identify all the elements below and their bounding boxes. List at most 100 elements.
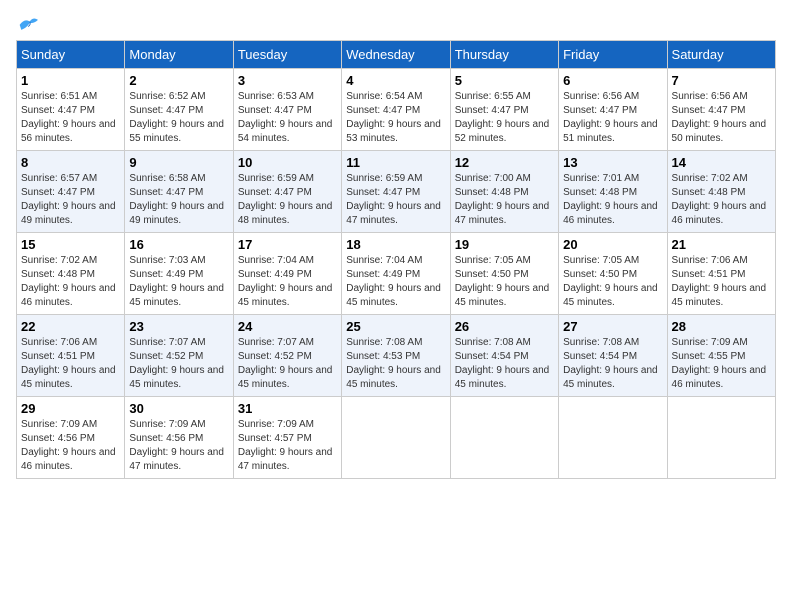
day-number: 2: [129, 73, 228, 88]
calendar-day-cell: 1 Sunrise: 6:51 AM Sunset: 4:47 PM Dayli…: [17, 69, 125, 151]
day-number: 23: [129, 319, 228, 334]
day-info: Sunrise: 7:09 AM Sunset: 4:55 PM Dayligh…: [672, 336, 771, 392]
day-info: Sunrise: 7:04 AM Sunset: 4:49 PM Dayligh…: [346, 254, 445, 310]
day-info: Sunrise: 6:55 AM Sunset: 4:47 PM Dayligh…: [455, 90, 554, 146]
calendar-week-row: 15 Sunrise: 7:02 AM Sunset: 4:48 PM Dayl…: [17, 233, 776, 315]
day-number: 17: [238, 237, 337, 252]
calendar-day-cell: 27 Sunrise: 7:08 AM Sunset: 4:54 PM Dayl…: [559, 315, 667, 397]
day-number: 25: [346, 319, 445, 334]
day-number: 13: [563, 155, 662, 170]
calendar-day-cell: 28 Sunrise: 7:09 AM Sunset: 4:55 PM Dayl…: [667, 315, 775, 397]
calendar-day-cell: 11 Sunrise: 6:59 AM Sunset: 4:47 PM Dayl…: [342, 151, 450, 233]
day-number: 6: [563, 73, 662, 88]
day-number: 8: [21, 155, 120, 170]
calendar-day-cell: 13 Sunrise: 7:01 AM Sunset: 4:48 PM Dayl…: [559, 151, 667, 233]
weekday-header: Tuesday: [233, 41, 341, 69]
day-info: Sunrise: 7:06 AM Sunset: 4:51 PM Dayligh…: [21, 336, 120, 392]
day-number: 28: [672, 319, 771, 334]
calendar-day-cell: 15 Sunrise: 7:02 AM Sunset: 4:48 PM Dayl…: [17, 233, 125, 315]
day-info: Sunrise: 7:09 AM Sunset: 4:56 PM Dayligh…: [21, 418, 120, 474]
calendar-week-row: 8 Sunrise: 6:57 AM Sunset: 4:47 PM Dayli…: [17, 151, 776, 233]
day-info: Sunrise: 6:59 AM Sunset: 4:47 PM Dayligh…: [346, 172, 445, 228]
calendar-day-cell: 2 Sunrise: 6:52 AM Sunset: 4:47 PM Dayli…: [125, 69, 233, 151]
calendar-day-cell: 24 Sunrise: 7:07 AM Sunset: 4:52 PM Dayl…: [233, 315, 341, 397]
day-info: Sunrise: 6:59 AM Sunset: 4:47 PM Dayligh…: [238, 172, 337, 228]
day-info: Sunrise: 6:51 AM Sunset: 4:47 PM Dayligh…: [21, 90, 120, 146]
weekday-header: Friday: [559, 41, 667, 69]
day-info: Sunrise: 7:08 AM Sunset: 4:54 PM Dayligh…: [563, 336, 662, 392]
calendar-day-cell: 16 Sunrise: 7:03 AM Sunset: 4:49 PM Dayl…: [125, 233, 233, 315]
day-number: 7: [672, 73, 771, 88]
day-number: 14: [672, 155, 771, 170]
calendar-day-cell: [559, 397, 667, 479]
day-info: Sunrise: 6:56 AM Sunset: 4:47 PM Dayligh…: [672, 90, 771, 146]
day-number: 15: [21, 237, 120, 252]
day-info: Sunrise: 7:05 AM Sunset: 4:50 PM Dayligh…: [455, 254, 554, 310]
calendar-day-cell: 22 Sunrise: 7:06 AM Sunset: 4:51 PM Dayl…: [17, 315, 125, 397]
logo: [16, 16, 38, 32]
day-info: Sunrise: 7:06 AM Sunset: 4:51 PM Dayligh…: [672, 254, 771, 310]
calendar-day-cell: 10 Sunrise: 6:59 AM Sunset: 4:47 PM Dayl…: [233, 151, 341, 233]
day-info: Sunrise: 6:58 AM Sunset: 4:47 PM Dayligh…: [129, 172, 228, 228]
day-info: Sunrise: 7:01 AM Sunset: 4:48 PM Dayligh…: [563, 172, 662, 228]
day-number: 4: [346, 73, 445, 88]
calendar-day-cell: 4 Sunrise: 6:54 AM Sunset: 4:47 PM Dayli…: [342, 69, 450, 151]
day-info: Sunrise: 6:54 AM Sunset: 4:47 PM Dayligh…: [346, 90, 445, 146]
calendar-day-cell: 9 Sunrise: 6:58 AM Sunset: 4:47 PM Dayli…: [125, 151, 233, 233]
day-info: Sunrise: 7:03 AM Sunset: 4:49 PM Dayligh…: [129, 254, 228, 310]
day-number: 30: [129, 401, 228, 416]
calendar-week-row: 29 Sunrise: 7:09 AM Sunset: 4:56 PM Dayl…: [17, 397, 776, 479]
day-number: 26: [455, 319, 554, 334]
day-number: 18: [346, 237, 445, 252]
calendar-day-cell: 5 Sunrise: 6:55 AM Sunset: 4:47 PM Dayli…: [450, 69, 558, 151]
calendar-day-cell: 26 Sunrise: 7:08 AM Sunset: 4:54 PM Dayl…: [450, 315, 558, 397]
calendar-day-cell: 31 Sunrise: 7:09 AM Sunset: 4:57 PM Dayl…: [233, 397, 341, 479]
calendar-day-cell: 29 Sunrise: 7:09 AM Sunset: 4:56 PM Dayl…: [17, 397, 125, 479]
calendar-day-cell: 21 Sunrise: 7:06 AM Sunset: 4:51 PM Dayl…: [667, 233, 775, 315]
calendar-day-cell: 3 Sunrise: 6:53 AM Sunset: 4:47 PM Dayli…: [233, 69, 341, 151]
day-info: Sunrise: 7:02 AM Sunset: 4:48 PM Dayligh…: [21, 254, 120, 310]
day-number: 16: [129, 237, 228, 252]
day-info: Sunrise: 6:57 AM Sunset: 4:47 PM Dayligh…: [21, 172, 120, 228]
day-number: 27: [563, 319, 662, 334]
weekday-header: Saturday: [667, 41, 775, 69]
calendar-table: SundayMondayTuesdayWednesdayThursdayFrid…: [16, 40, 776, 479]
calendar-day-cell: 14 Sunrise: 7:02 AM Sunset: 4:48 PM Dayl…: [667, 151, 775, 233]
day-number: 21: [672, 237, 771, 252]
day-info: Sunrise: 7:08 AM Sunset: 4:53 PM Dayligh…: [346, 336, 445, 392]
calendar-day-cell: 18 Sunrise: 7:04 AM Sunset: 4:49 PM Dayl…: [342, 233, 450, 315]
day-info: Sunrise: 7:00 AM Sunset: 4:48 PM Dayligh…: [455, 172, 554, 228]
calendar-day-cell: 23 Sunrise: 7:07 AM Sunset: 4:52 PM Dayl…: [125, 315, 233, 397]
day-number: 22: [21, 319, 120, 334]
day-number: 24: [238, 319, 337, 334]
calendar-day-cell: 19 Sunrise: 7:05 AM Sunset: 4:50 PM Dayl…: [450, 233, 558, 315]
day-number: 10: [238, 155, 337, 170]
day-number: 9: [129, 155, 228, 170]
calendar-day-cell: [667, 397, 775, 479]
calendar-day-cell: 12 Sunrise: 7:00 AM Sunset: 4:48 PM Dayl…: [450, 151, 558, 233]
logo-bird-icon: [18, 16, 38, 32]
calendar-week-row: 22 Sunrise: 7:06 AM Sunset: 4:51 PM Dayl…: [17, 315, 776, 397]
day-info: Sunrise: 6:52 AM Sunset: 4:47 PM Dayligh…: [129, 90, 228, 146]
calendar-day-cell: 30 Sunrise: 7:09 AM Sunset: 4:56 PM Dayl…: [125, 397, 233, 479]
day-info: Sunrise: 7:05 AM Sunset: 4:50 PM Dayligh…: [563, 254, 662, 310]
page-header: [16, 16, 776, 32]
day-info: Sunrise: 6:53 AM Sunset: 4:47 PM Dayligh…: [238, 90, 337, 146]
day-info: Sunrise: 7:02 AM Sunset: 4:48 PM Dayligh…: [672, 172, 771, 228]
calendar-day-cell: [450, 397, 558, 479]
day-info: Sunrise: 7:08 AM Sunset: 4:54 PM Dayligh…: [455, 336, 554, 392]
day-info: Sunrise: 7:04 AM Sunset: 4:49 PM Dayligh…: [238, 254, 337, 310]
calendar-day-cell: 7 Sunrise: 6:56 AM Sunset: 4:47 PM Dayli…: [667, 69, 775, 151]
day-number: 20: [563, 237, 662, 252]
day-number: 3: [238, 73, 337, 88]
day-info: Sunrise: 7:09 AM Sunset: 4:56 PM Dayligh…: [129, 418, 228, 474]
calendar-day-cell: 25 Sunrise: 7:08 AM Sunset: 4:53 PM Dayl…: [342, 315, 450, 397]
calendar-week-row: 1 Sunrise: 6:51 AM Sunset: 4:47 PM Dayli…: [17, 69, 776, 151]
day-number: 5: [455, 73, 554, 88]
weekday-header: Thursday: [450, 41, 558, 69]
weekday-header: Monday: [125, 41, 233, 69]
day-number: 19: [455, 237, 554, 252]
day-number: 29: [21, 401, 120, 416]
day-info: Sunrise: 7:07 AM Sunset: 4:52 PM Dayligh…: [129, 336, 228, 392]
weekday-header: Wednesday: [342, 41, 450, 69]
